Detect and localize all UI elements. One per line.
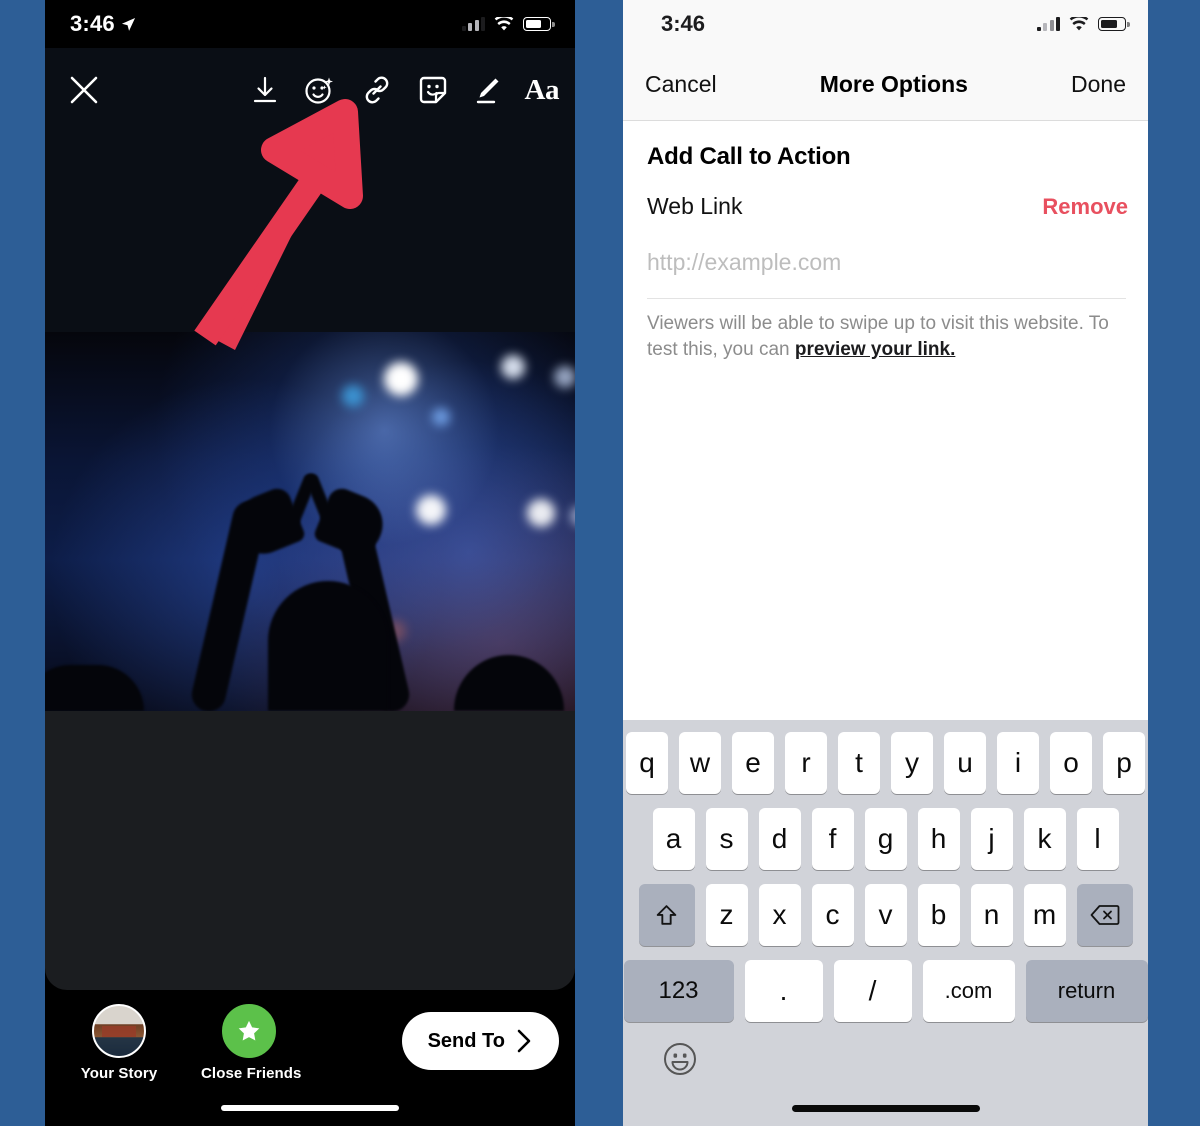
key-y[interactable]: y <box>891 732 933 794</box>
send-to-label: Send To <box>427 1029 505 1052</box>
key-q[interactable]: q <box>626 732 668 794</box>
location-arrow-icon <box>121 17 135 31</box>
key-n[interactable]: n <box>970 884 1013 946</box>
web-link-row: Web Link Remove <box>647 193 1128 220</box>
key-x[interactable]: x <box>758 884 801 946</box>
avatar <box>92 1004 146 1058</box>
your-story-target[interactable]: Your Story <box>71 1004 167 1082</box>
web-link-label: Web Link <box>647 193 743 219</box>
keyboard-row-2: asdfghjkl <box>623 808 1148 870</box>
status-indicators <box>1036 16 1130 32</box>
emoji-icon[interactable] <box>661 1040 699 1078</box>
key-r[interactable]: r <box>785 732 827 794</box>
key-l[interactable]: l <box>1076 808 1119 870</box>
keyboard-row-1: qwertyuiop <box>623 732 1148 794</box>
key-c[interactable]: c <box>811 884 854 946</box>
home-indicator <box>221 1105 399 1111</box>
cellular-signal-icon <box>1036 17 1060 31</box>
home-indicator <box>791 1105 980 1112</box>
keyboard-bottom-row <box>623 1030 1148 1126</box>
close-friends-label: Close Friends <box>201 1065 302 1082</box>
save-icon[interactable] <box>249 74 281 106</box>
key-w[interactable]: w <box>679 732 721 794</box>
your-story-label: Your Story <box>80 1065 158 1082</box>
numbers-key[interactable]: 123 <box>623 960 734 1022</box>
preview-link[interactable]: preview your link. <box>795 339 956 360</box>
story-canvas[interactable] <box>45 132 575 990</box>
sticker-icon[interactable] <box>417 74 449 106</box>
on-screen-keyboard: qwertyuiop asdfghjkl zxcvbnm 123 . / .co… <box>623 720 1148 1126</box>
wifi-icon <box>494 16 514 30</box>
status-indicators <box>461 16 555 32</box>
page-title: More Options <box>819 70 968 97</box>
right-status-bar: 3:46 <box>623 0 1148 48</box>
effects-icon[interactable] <box>303 73 337 107</box>
key-b[interactable]: b <box>917 884 960 946</box>
dotcom-key[interactable]: .com <box>922 960 1015 1022</box>
key-p[interactable]: p <box>1103 732 1145 794</box>
url-input[interactable]: http://example.com <box>647 249 1126 299</box>
done-button[interactable]: Done <box>1071 71 1126 98</box>
key-k[interactable]: k <box>1023 808 1066 870</box>
key-f[interactable]: f <box>811 808 854 870</box>
star-icon <box>222 1004 276 1058</box>
left-status-bar: 3:46 <box>45 0 575 48</box>
story-photo <box>45 332 575 711</box>
draw-icon[interactable] <box>471 74 503 106</box>
left-phone-screen: 3:46 Aa Your Story Close Friends Send To <box>45 0 575 1126</box>
return-key[interactable]: return <box>1025 960 1148 1022</box>
canvas-top-area <box>45 132 575 332</box>
chevron-right-icon <box>517 1029 531 1053</box>
keyboard-row-3: zxcvbnm <box>623 884 1148 946</box>
story-share-bar: Your Story Close Friends Send To <box>45 990 575 1126</box>
shift-key[interactable] <box>638 884 695 946</box>
key-i[interactable]: i <box>997 732 1039 794</box>
key-u[interactable]: u <box>944 732 986 794</box>
close-friends-target[interactable]: Close Friends <box>201 1004 302 1082</box>
link-icon[interactable] <box>359 72 395 108</box>
right-phone-screen: 3:46 Cancel More Options Done Add Call t… <box>623 0 1148 1126</box>
status-time-group: 3:46 <box>70 11 136 37</box>
key-s[interactable]: s <box>705 808 748 870</box>
status-time: 3:46 <box>70 11 115 36</box>
key-h[interactable]: h <box>917 808 960 870</box>
section-title: Add Call to Action <box>647 143 851 170</box>
key-t[interactable]: t <box>838 732 880 794</box>
backspace-key[interactable] <box>1076 884 1133 946</box>
status-time: 3:46 <box>661 11 706 36</box>
wifi-icon <box>1069 16 1089 30</box>
key-z[interactable]: z <box>705 884 748 946</box>
slash-key[interactable]: / <box>833 960 912 1022</box>
send-to-button[interactable]: Send To <box>401 1012 559 1070</box>
key-m[interactable]: m <box>1023 884 1066 946</box>
key-d[interactable]: d <box>758 808 801 870</box>
keyboard-row-4: 123 . / .com return <box>623 960 1148 1022</box>
close-icon[interactable] <box>67 73 101 107</box>
battery-icon <box>1098 17 1130 31</box>
battery-icon <box>523 17 555 31</box>
key-g[interactable]: g <box>864 808 907 870</box>
share-targets: Your Story Close Friends <box>71 1004 302 1082</box>
modal-body: Add Call to Action Web Link Remove http:… <box>623 121 1148 720</box>
cancel-button[interactable]: Cancel <box>645 71 717 98</box>
key-e[interactable]: e <box>732 732 774 794</box>
key-a[interactable]: a <box>652 808 695 870</box>
toolbar-icon-group: Aa <box>249 72 560 108</box>
period-key[interactable]: . <box>744 960 823 1022</box>
story-toolbar: Aa <box>45 48 575 132</box>
key-o[interactable]: o <box>1050 732 1092 794</box>
helper-text: Viewers will be able to swipe up to visi… <box>647 311 1128 362</box>
cellular-signal-icon <box>461 17 485 31</box>
remove-button[interactable]: Remove <box>1042 194 1128 220</box>
key-v[interactable]: v <box>864 884 907 946</box>
key-j[interactable]: j <box>970 808 1013 870</box>
modal-navbar: Cancel More Options Done <box>623 48 1148 121</box>
